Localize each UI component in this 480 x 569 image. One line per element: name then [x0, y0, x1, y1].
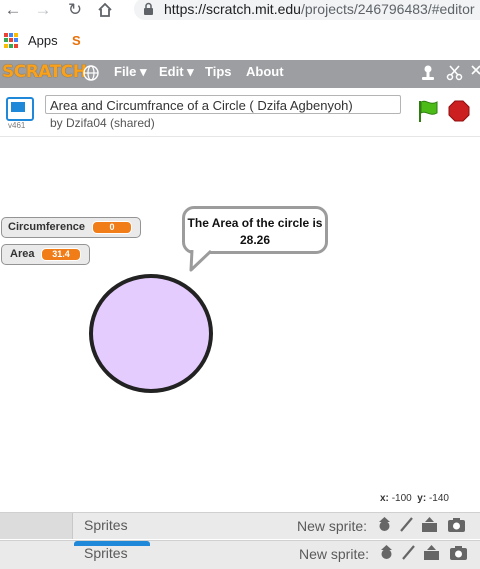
menu-file[interactable]: File ▾	[114, 64, 147, 80]
sprites-title-duplicate: Sprites	[84, 545, 128, 561]
paint-sprite-icon[interactable]	[400, 544, 417, 561]
mouse-coordinates: x: -100 y: -140	[380, 493, 449, 504]
lock-icon	[143, 2, 154, 16]
speech-bubble-tail	[189, 249, 213, 272]
stage-thumbnail-pane[interactable]	[0, 513, 73, 539]
variable-monitor-area: Area 31.4	[1, 244, 90, 265]
version-label: v461	[8, 121, 26, 130]
paint-sprite-icon[interactable]	[398, 516, 415, 533]
scratch-logo[interactable]: SCRATCH	[2, 62, 87, 82]
home-icon[interactable]	[97, 2, 113, 18]
cut-icon[interactable]	[446, 64, 463, 81]
bookmark-favicon[interactable]: S	[72, 33, 81, 48]
menu-tips[interactable]: Tips	[205, 64, 232, 79]
monitor-value: 0	[92, 221, 132, 234]
upload-sprite-icon[interactable]	[421, 516, 438, 533]
monitor-label: Area	[10, 248, 35, 260]
bookmark-apps[interactable]: Apps	[28, 33, 58, 48]
forward-icon[interactable]: →	[32, 0, 54, 20]
menu-edit[interactable]: Edit ▾	[159, 64, 194, 80]
apps-icon[interactable]	[4, 33, 19, 48]
circle-sprite[interactable]	[89, 274, 213, 393]
camera-icon[interactable]	[449, 544, 467, 561]
menu-about[interactable]: About	[246, 64, 284, 79]
choose-sprite-icon[interactable]	[378, 544, 395, 561]
project-title-input[interactable]: Area and Circumfrance of a Circle ( Dzif…	[45, 95, 401, 114]
full-screen-icon	[11, 102, 25, 112]
url-text[interactable]: https://scratch.mit.edu/projects/2467964…	[164, 1, 475, 17]
speech-bubble: The Area of the circle is 28.26	[182, 206, 328, 254]
variable-monitor-circumference: Circumference 0	[1, 217, 141, 238]
monitor-label: Circumference	[8, 221, 86, 233]
green-flag-icon[interactable]	[416, 99, 440, 123]
reload-icon[interactable]: ↻	[64, 0, 86, 20]
sprites-title: Sprites	[84, 517, 128, 533]
choose-sprite-icon[interactable]	[376, 516, 393, 533]
stop-icon[interactable]	[448, 100, 470, 122]
camera-icon[interactable]	[447, 516, 465, 533]
new-sprite-label: New sprite:	[297, 518, 368, 534]
project-byline: by Dzifa04 (shared)	[50, 116, 155, 130]
duplicate-icon[interactable]	[420, 64, 436, 82]
new-sprite-label-duplicate: New sprite:	[299, 546, 370, 562]
grow-icon[interactable]	[470, 64, 480, 81]
upload-sprite-icon[interactable]	[423, 544, 440, 561]
monitor-value: 31.4	[41, 248, 81, 261]
globe-icon[interactable]	[83, 65, 99, 81]
stage[interactable]	[0, 136, 480, 493]
back-icon[interactable]: ←	[2, 0, 24, 20]
